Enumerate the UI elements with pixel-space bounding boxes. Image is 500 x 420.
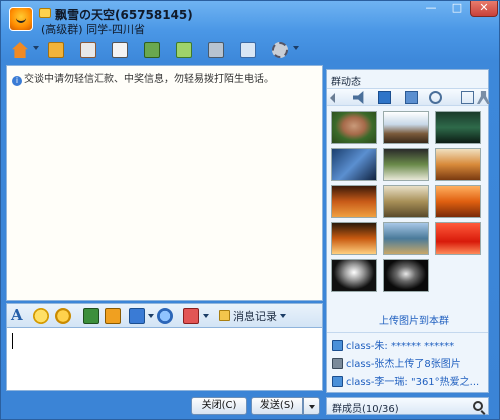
search-icon[interactable] [473, 401, 483, 411]
screenshot-icon[interactable] [129, 308, 145, 324]
badge-icon [332, 376, 343, 387]
scroll-left-icon[interactable] [330, 93, 335, 103]
emoji-icon[interactable] [33, 308, 49, 324]
chat-history-area[interactable]: i 交谈中请勿轻信汇款、中奖信息，勿轻易拨打陌生电话。 [6, 65, 323, 301]
home-icon[interactable] [9, 39, 31, 61]
image-icon[interactable] [83, 308, 99, 324]
send-options-button[interactable] [303, 397, 320, 415]
card-icon[interactable] [109, 39, 131, 61]
photo-thumbnail[interactable] [383, 222, 429, 255]
history-icon [219, 310, 230, 321]
contacts-icon[interactable] [77, 39, 99, 61]
photo-tab-icon[interactable] [378, 91, 391, 104]
photo-thumbnail[interactable] [331, 111, 377, 144]
announcement-icon[interactable] [237, 39, 259, 61]
activity-feed: class-朱: ****** ****** class-张杰上传了8张图片 c… [327, 332, 488, 392]
photo-thumbnail[interactable] [331, 148, 377, 181]
close-button[interactable]: 关闭(C) [191, 397, 247, 415]
music-icon[interactable] [157, 308, 173, 324]
folder-icon[interactable] [45, 39, 67, 61]
activity-tab-icon[interactable] [429, 91, 442, 104]
panel-title: 群动态 [331, 77, 361, 88]
photo-thumbnail[interactable] [435, 148, 481, 181]
feed-item-text: class-李一瑞: "361°热爱之... [346, 377, 480, 388]
photo-thumbnail[interactable] [383, 148, 429, 181]
group-members-bar[interactable]: 群成员(10/36) [326, 397, 489, 415]
feed-item-text: class-张杰上传了8张图片 [346, 359, 461, 370]
photo-thumbnail[interactable] [331, 185, 377, 218]
feed-item-text: class-朱: ****** ****** [346, 341, 455, 352]
announce-tab-icon[interactable] [353, 91, 364, 104]
close-window-button[interactable]: ✕ [470, 1, 498, 17]
photo-thumbnail[interactable] [383, 185, 429, 218]
photo-thumbnail[interactable] [383, 111, 429, 144]
title-bar[interactable]: 飘雪の天空(65758145) (高级群) 同学-四川省 — □ ✕ [1, 1, 499, 36]
tools-icon[interactable] [205, 39, 227, 61]
gift-icon[interactable] [105, 308, 121, 324]
group-members-label: 群成员(10/36) [332, 404, 399, 415]
photo-thumbnail[interactable] [331, 259, 377, 292]
feed-item[interactable]: class-朱: ****** ****** [332, 337, 485, 352]
panel-tabs [327, 88, 490, 106]
home-dropdown-icon[interactable] [33, 46, 39, 50]
message-input[interactable] [6, 327, 323, 391]
group-badge-icon [39, 8, 51, 18]
format-toolbar: A 消息记录 [6, 303, 323, 327]
group-activity-panel: 群动态 上传图片到本群 class-朱: ****** ****** class… [326, 69, 490, 393]
expand-tab-icon[interactable] [461, 91, 474, 104]
computer-icon[interactable] [173, 39, 195, 61]
screenshot-dropdown-icon[interactable] [148, 314, 154, 318]
file-tab-icon[interactable] [405, 91, 418, 104]
feed-item[interactable]: class-李一瑞: "361°热爱之... [332, 373, 485, 388]
photo-icon [332, 358, 343, 369]
message-history-label: 消息记录 [233, 310, 277, 323]
photo-thumbnail[interactable] [435, 222, 481, 255]
main-toolbar [5, 37, 305, 63]
font-icon[interactable]: A [11, 306, 27, 324]
history-dropdown-icon[interactable] [280, 314, 286, 318]
wrench-icon[interactable] [477, 91, 490, 104]
photo-thumbnail[interactable] [331, 222, 377, 255]
settings-dropdown-icon[interactable] [293, 46, 299, 50]
text-caret [12, 333, 13, 349]
maximize-button[interactable]: □ [444, 1, 470, 17]
sticker-dropdown-icon[interactable] [203, 314, 209, 318]
photo-thumbnail[interactable] [435, 111, 481, 144]
message-history-button[interactable]: 消息记录 [219, 308, 286, 324]
badge-icon [332, 340, 343, 351]
settings-icon[interactable] [269, 39, 291, 61]
photo-thumbnail[interactable] [383, 259, 429, 292]
send-button[interactable]: 发送(S) [251, 397, 303, 415]
minimize-button[interactable]: — [418, 1, 444, 17]
photo-thumbnail[interactable] [435, 185, 481, 218]
upload-photos-link[interactable]: 上传图片到本群 [379, 312, 449, 327]
security-notice: i 交谈中请勿轻信汇款、中奖信息，勿轻易拨打陌生电话。 [12, 70, 274, 86]
security-notice-text: 交谈中请勿轻信汇款、中奖信息，勿轻易拨打陌生电话。 [24, 74, 274, 85]
window-subtitle: (高级群) 同学-四川省 [41, 23, 146, 36]
chat-window: 飘雪の天空(65758145) (高级群) 同学-四川省 — □ ✕ i 交谈中请… [0, 0, 500, 420]
sticker-icon[interactable] [183, 308, 199, 324]
group-avatar[interactable] [9, 7, 33, 31]
info-icon: i [12, 76, 22, 86]
shake-icon[interactable] [55, 308, 71, 324]
share-icon[interactable] [141, 39, 163, 61]
feed-item[interactable]: class-张杰上传了8张图片 [332, 355, 485, 370]
